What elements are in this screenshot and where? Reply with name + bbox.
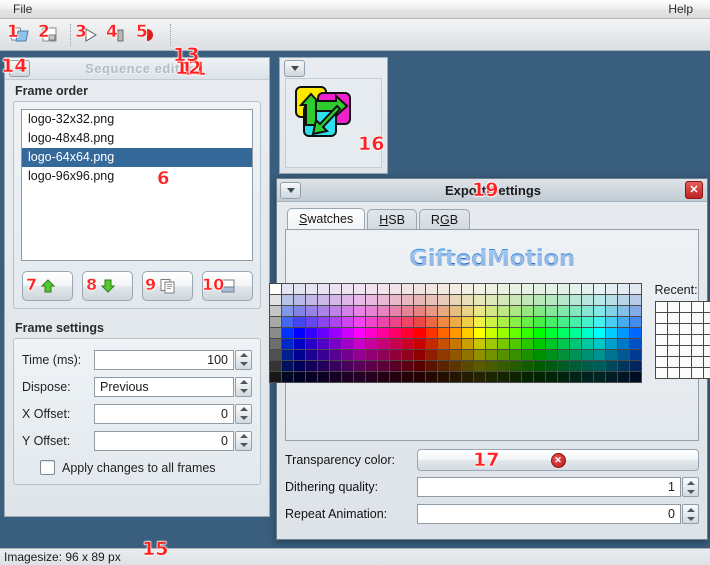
export-dialog-title: Export Settings (301, 183, 685, 198)
repeat-animation-input[interactable]: 0 (417, 504, 681, 524)
arrow-down-icon (100, 278, 116, 294)
x-offset-row: X Offset: 0 (22, 402, 252, 425)
collapse-preview-button[interactable] (284, 60, 305, 77)
x-offset-label: X Offset: (22, 407, 94, 421)
menu-help[interactable]: Help (663, 1, 698, 17)
y-offset-stepper[interactable] (235, 431, 252, 451)
dispose-stepper[interactable] (235, 377, 252, 397)
menu-file[interactable]: File (8, 1, 37, 17)
time-ms-stepper[interactable] (235, 350, 252, 370)
repeat-animation-stepper[interactable] (682, 504, 699, 524)
collapse-sequence-editor-button[interactable] (9, 60, 30, 77)
y-offset-input[interactable]: 0 (94, 431, 234, 451)
annotation-17: 17 (473, 451, 499, 470)
preview-titlebar (280, 58, 387, 78)
move-frame-down-button[interactable]: 8 (82, 271, 133, 301)
dispose-select[interactable]: Previous (94, 377, 234, 397)
dithering-quality-input[interactable]: 1 (417, 477, 681, 497)
sequence-editor-panel: Sequence editor Frame order logo-32x32.p… (4, 57, 270, 517)
close-files-button[interactable]: 2 (36, 22, 64, 48)
repeat-animation-row: Repeat Animation: 0 19 (285, 502, 699, 526)
imagesize-status-text: Imagesize: 96 x 89 px (4, 550, 121, 564)
y-offset-row: Y Offset: 0 13 (22, 429, 252, 452)
menu-bar: File Help (0, 0, 710, 19)
dithering-quality-row: Dithering quality: 1 18 (285, 475, 699, 499)
repeat-animation-label: Repeat Animation: (285, 507, 417, 521)
transparency-color-label: Transparency color: (285, 453, 417, 467)
preview-image-area[interactable]: 16 (285, 78, 382, 168)
recent-colors-section: Recent: (655, 283, 710, 383)
dispose-row: Dispose: Previous 12 (22, 375, 252, 398)
stop-icon (110, 26, 130, 44)
swatches-tab-panel: GiftedMotion Recent: (285, 229, 699, 441)
recent-colors-grid[interactable] (655, 301, 710, 379)
tab-swatches[interactable]: Swatches (287, 208, 365, 229)
no-transparency-icon: ✕ (551, 453, 566, 468)
list-item[interactable]: logo-32x32.png (22, 110, 252, 129)
frame-order-label: Frame order (5, 80, 269, 101)
play-icon (80, 26, 100, 44)
dithering-quality-stepper[interactable] (682, 477, 699, 497)
frame-order-buttons: 7 8 9 10 (21, 271, 253, 301)
list-item-selected[interactable]: logo-64x64.png (22, 148, 252, 167)
close-icon[interactable]: ✕ (685, 181, 703, 199)
annotation-9: 9 (145, 277, 156, 293)
status-bar: Imagesize: 96 x 89 px 15 (0, 548, 710, 565)
list-item[interactable]: logo-96x96.png (22, 167, 252, 186)
open-files-button[interactable]: 1 (6, 22, 34, 48)
list-item[interactable]: logo-48x48.png (22, 129, 252, 148)
toolbar: 1 2 3 4 5 (0, 19, 710, 51)
annotation-8: 8 (86, 277, 97, 293)
frame-settings-label: Frame settings (5, 317, 269, 338)
toolbar-separator (70, 24, 72, 46)
y-offset-label: Y Offset: (22, 434, 94, 448)
export-settings-dialog: Export Settings ✕ Swatches HSB RGB Gifte… (276, 178, 708, 540)
close-file-icon (40, 26, 60, 44)
annotation-7: 7 (26, 277, 37, 293)
move-frame-up-button[interactable]: 7 (22, 271, 73, 301)
dispose-label: Dispose: (22, 380, 94, 394)
sequence-editor-title: Sequence editor (30, 61, 249, 76)
tab-rgb[interactable]: RGB (419, 209, 470, 229)
delete-frame-button[interactable]: 10 (202, 271, 253, 301)
frame-order-group: logo-32x32.png logo-48x48.png logo-64x64… (13, 101, 261, 309)
transparency-color-row: Transparency color: ✕ 17 (285, 448, 699, 472)
x-offset-stepper[interactable] (235, 404, 252, 424)
sequence-editor-titlebar: Sequence editor (5, 58, 269, 80)
apply-all-frames-row: Apply changes to all frames 14 (22, 460, 252, 475)
export-dialog-titlebar[interactable]: Export Settings ✕ (277, 179, 707, 202)
delete-icon (219, 278, 237, 294)
time-ms-input[interactable]: 100 (94, 350, 234, 370)
duplicate-frame-button[interactable]: 9 (142, 271, 193, 301)
giftedmotion-wordmark: GiftedMotion (286, 246, 698, 272)
export-icon (140, 26, 160, 44)
x-offset-input[interactable]: 0 (94, 404, 234, 424)
open-folder-icon (10, 26, 30, 44)
preview-panel: 16 (279, 57, 388, 174)
time-ms-label: Time (ms): (22, 353, 94, 367)
tab-hsb[interactable]: HSB (367, 209, 417, 229)
swatch-area: Recent: (286, 283, 698, 383)
export-button[interactable]: 5 (136, 22, 164, 48)
play-preview-button[interactable]: 3 (76, 22, 104, 48)
stop-preview-button[interactable]: 4 (106, 22, 134, 48)
frame-settings-group: Time (ms): 100 11 Dispose: Previous 12 X… (13, 338, 261, 485)
collapse-dialog-button[interactable] (280, 182, 301, 199)
apply-all-frames-checkbox[interactable] (40, 460, 55, 475)
dithering-quality-label: Dithering quality: (285, 480, 417, 494)
copy-icon (159, 278, 177, 294)
giftedmotion-logo-icon (292, 83, 364, 145)
arrow-up-icon (40, 278, 56, 294)
toolbar-separator-2 (170, 24, 172, 46)
apply-all-frames-label: Apply changes to all frames (62, 461, 216, 475)
transparency-color-button[interactable]: ✕ 17 (417, 449, 699, 471)
recent-colors-label: Recent: (655, 283, 710, 297)
frame-list[interactable]: logo-32x32.png logo-48x48.png logo-64x64… (21, 109, 253, 261)
export-dialog-tabs: Swatches HSB RGB (277, 207, 707, 229)
time-ms-row: Time (ms): 100 11 (22, 348, 252, 371)
color-swatch-grid[interactable] (269, 283, 642, 383)
